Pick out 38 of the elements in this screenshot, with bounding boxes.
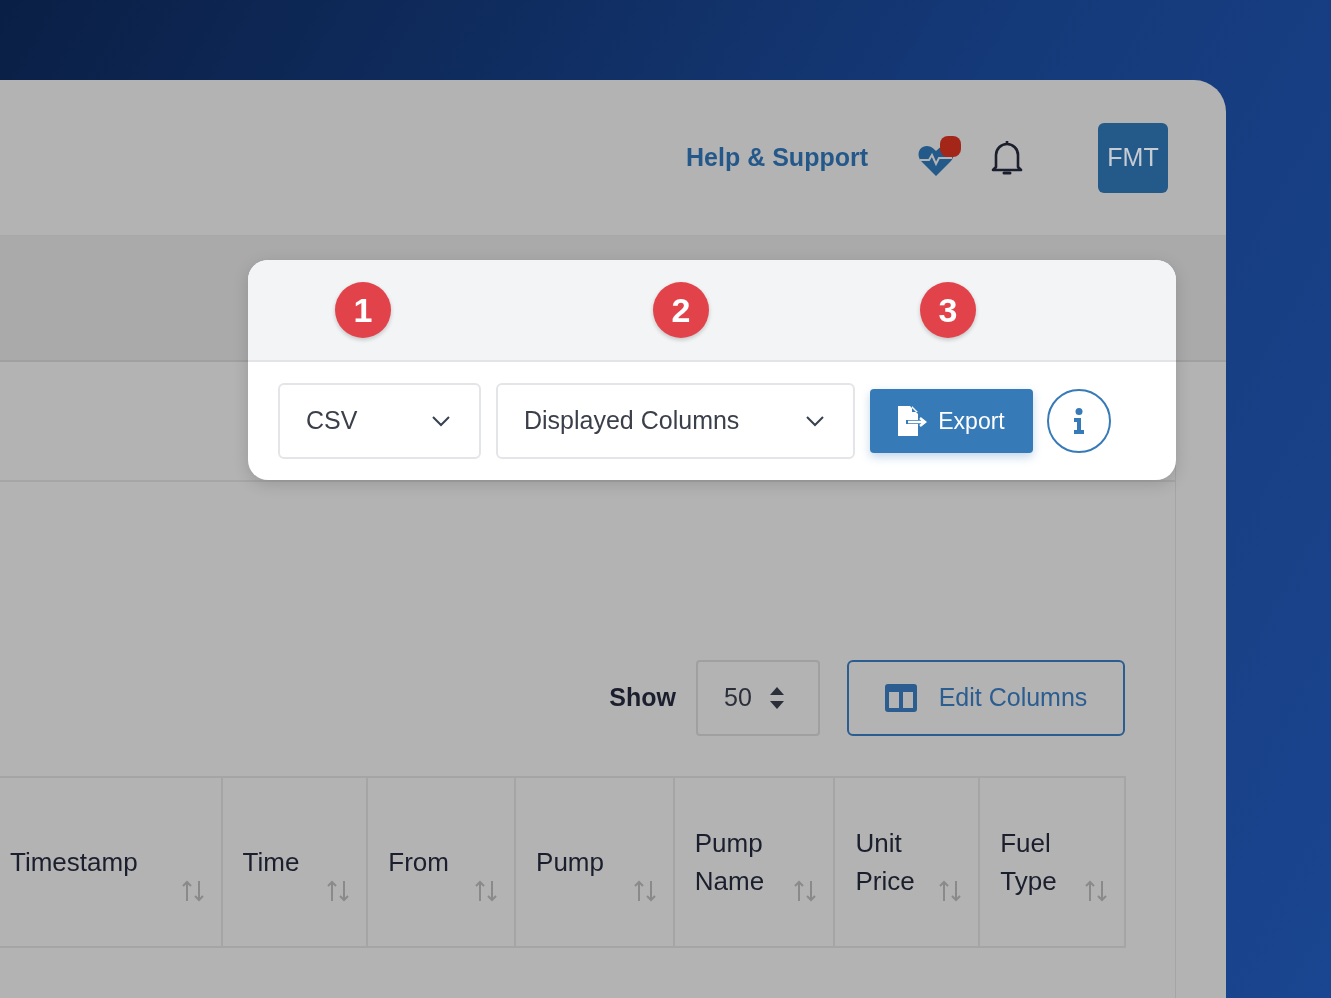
help-support-link[interactable]: Help & Support <box>686 138 868 177</box>
chevron-down-icon <box>431 415 451 427</box>
sort-arrows-icon[interactable] <box>326 879 351 903</box>
column-title: Fuel Type <box>1000 827 1058 898</box>
user-avatar[interactable]: FMT <box>1098 122 1168 193</box>
sort-arrows-icon[interactable] <box>474 879 499 903</box>
columns-icon <box>884 684 917 712</box>
info-icon <box>1073 408 1085 434</box>
column-header[interactable]: Time <box>220 778 367 946</box>
column-title: From <box>388 846 449 879</box>
chevron-down-icon <box>805 415 825 427</box>
column-title: Pump <box>536 846 604 879</box>
sort-arrows-icon[interactable] <box>1084 879 1108 903</box>
sort-arrows-icon[interactable] <box>180 879 205 903</box>
column-header[interactable]: Pump <box>514 778 673 946</box>
page-size-select[interactable]: 50 <box>696 660 820 736</box>
column-title: Time <box>242 846 300 879</box>
column-header[interactable]: Fuel Type <box>978 778 1124 946</box>
column-title: Timestamp <box>10 846 138 879</box>
sort-arrows-icon[interactable] <box>793 879 818 903</box>
column-header[interactable]: Timestamp <box>0 778 221 946</box>
sort-icon <box>769 687 784 709</box>
export-button[interactable]: Export <box>870 389 1033 453</box>
column-header[interactable]: From <box>366 778 515 946</box>
columns-select[interactable]: Displayed Columns <box>496 383 855 459</box>
column-header[interactable]: Unit Price <box>833 778 979 946</box>
column-title: Unit Price <box>855 827 916 898</box>
show-label: Show <box>609 682 676 714</box>
step-badge: 1 <box>335 282 391 338</box>
info-button[interactable] <box>1047 389 1111 453</box>
bell-icon[interactable] <box>990 138 1024 177</box>
column-title: Pump Name <box>694 827 766 898</box>
sort-arrows-icon[interactable] <box>938 879 963 903</box>
column-header[interactable]: Pump Name <box>672 778 834 946</box>
step-badge: 2 <box>653 282 709 338</box>
format-select[interactable]: CSV <box>278 383 481 459</box>
sort-arrows-icon[interactable] <box>632 879 657 903</box>
step-badge: 3 <box>920 282 976 338</box>
